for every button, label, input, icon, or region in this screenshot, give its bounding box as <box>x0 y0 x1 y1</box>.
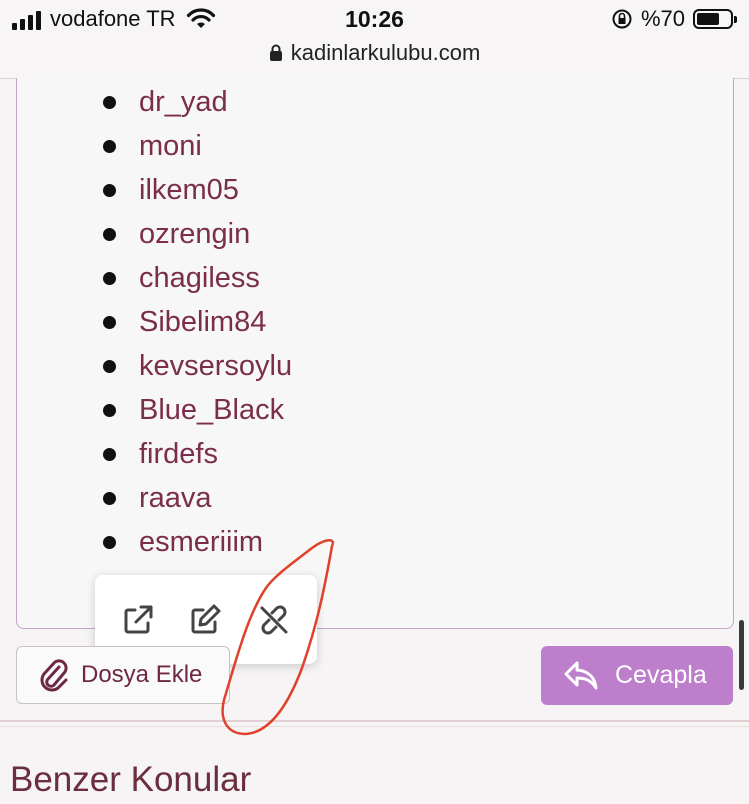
list-item: moni <box>103 124 292 168</box>
list-item: ozrengin <box>103 212 292 256</box>
bullet <box>103 403 116 417</box>
list-item: esmeriiim <box>103 520 292 564</box>
edit-link-icon[interactable] <box>187 602 223 638</box>
list-item: chagiless <box>103 256 292 300</box>
battery-icon <box>693 9 737 29</box>
reply-icon <box>564 661 598 689</box>
attach-file-label: Dosya Ekle <box>81 661 203 688</box>
list-item: dr_yad <box>103 80 292 124</box>
reply-button[interactable]: Cevapla <box>541 646 733 705</box>
bullet <box>103 535 116 549</box>
rotation-lock-icon <box>612 9 632 29</box>
reply-label: Cevapla <box>615 661 707 689</box>
list-item: kevsersoylu <box>103 344 292 388</box>
bullet <box>103 95 116 109</box>
bullet <box>103 491 116 505</box>
user-link[interactable]: kevsersoylu <box>139 350 292 383</box>
bullet <box>103 447 116 461</box>
status-right: %70 <box>611 6 737 32</box>
open-link-icon[interactable] <box>120 602 156 638</box>
url-text: kadinlarkulubu.com <box>290 40 481 65</box>
user-link[interactable]: moni <box>139 130 202 163</box>
status-bar: vodafone TR 10:26 %70 kadinlarkulubu.com <box>0 0 749 79</box>
unlink-icon[interactable] <box>256 602 292 638</box>
list-item: raava <box>103 476 292 520</box>
list-item: firdefs <box>103 432 292 476</box>
bullet <box>103 315 116 329</box>
bullet <box>103 183 116 197</box>
address-bar[interactable]: kadinlarkulubu.com <box>0 40 749 66</box>
divider <box>0 720 749 722</box>
attach-file-button[interactable]: Dosya Ekle <box>16 646 230 704</box>
bullet <box>103 227 116 241</box>
list-item: Blue_Black <box>103 388 292 432</box>
user-list: dr_yad moni ilkem05 ozrengin chagiless S… <box>103 80 292 564</box>
reply-editor[interactable]: dr_yad moni ilkem05 ozrengin chagiless S… <box>16 78 734 629</box>
bullet <box>103 139 116 153</box>
user-link[interactable]: raava <box>139 482 212 515</box>
user-link[interactable]: Sibelim84 <box>139 306 266 339</box>
bullet <box>103 359 116 373</box>
divider <box>0 726 749 727</box>
lock-icon <box>269 44 282 61</box>
user-link[interactable]: ilkem05 <box>139 174 239 207</box>
user-link[interactable]: ozrengin <box>139 218 250 251</box>
user-link[interactable]: esmeriiim <box>139 526 263 559</box>
scrollbar[interactable] <box>739 620 744 690</box>
bullet <box>103 271 116 285</box>
paperclip-icon <box>40 659 68 692</box>
user-link[interactable]: firdefs <box>139 438 218 471</box>
list-item: Sibelim84 <box>103 300 292 344</box>
user-link[interactable]: dr_yad <box>139 86 228 119</box>
user-link[interactable]: Blue_Black <box>139 394 284 427</box>
list-item: ilkem05 <box>103 168 292 212</box>
section-title: Benzer Konular <box>10 760 252 799</box>
battery-percent: %70 <box>640 6 685 31</box>
user-link[interactable]: chagiless <box>139 262 260 295</box>
